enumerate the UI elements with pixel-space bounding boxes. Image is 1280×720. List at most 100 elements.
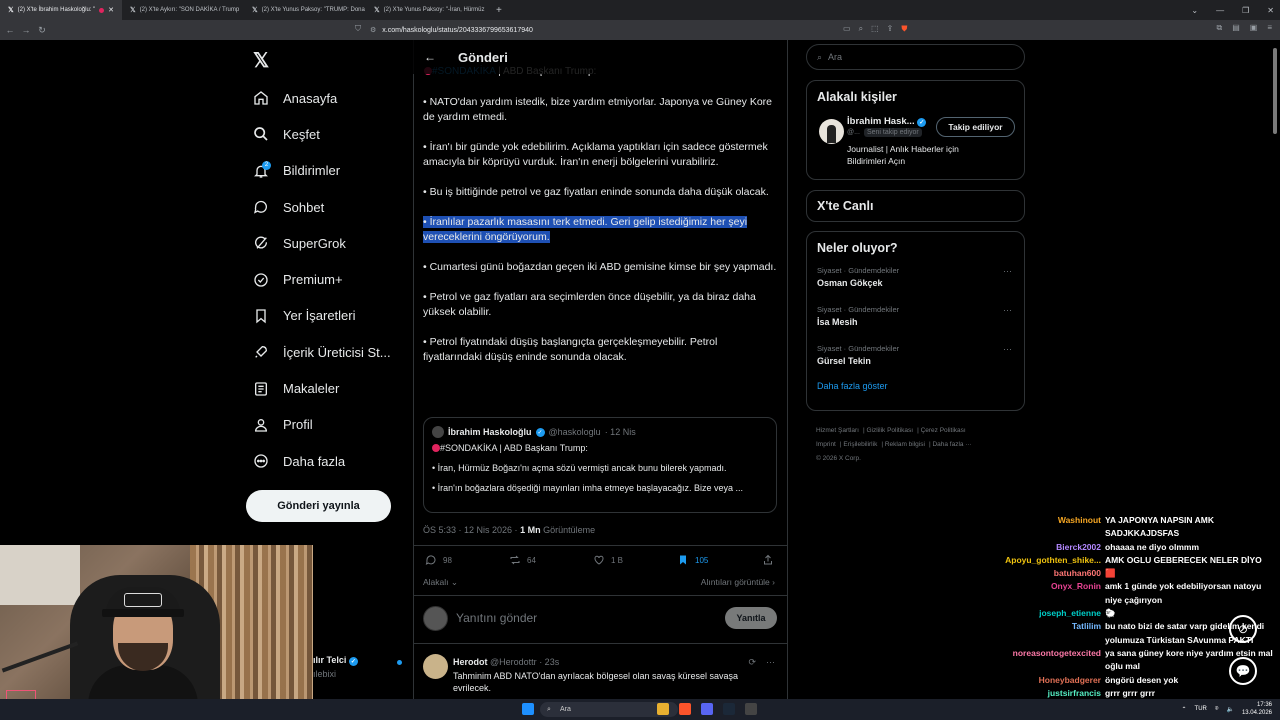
chat-username[interactable]: Bierck2002 [960,541,1105,554]
footer-link[interactable]: Daha fazla ··· [932,441,971,448]
tray-chevron-icon[interactable]: ⌃ [1182,706,1187,713]
chat-username[interactable]: Washinout [960,514,1105,541]
file-explorer-icon[interactable] [657,703,669,715]
browser-tab[interactable]: 𝕏 (2) X'te İbrahim Haskoloğlu: " ✕ [0,0,122,20]
forward-icon[interactable]: → [18,25,34,35]
steam-icon[interactable] [723,703,735,715]
related-dropdown[interactable]: Alakalı ⌄ [423,577,458,588]
language-indicator[interactable]: TUR [1195,706,1207,712]
chat-username[interactable]: Apoyu_gothten_shike... [960,554,1105,567]
footer-link[interactable]: Erişilebilirlik [843,441,877,448]
sidebar-item-more[interactable]: Daha fazla [253,443,391,479]
divider [413,643,787,644]
system-tray: ⌃ TUR ⌾ 🔈 17:36 13.04.2026 [1182,701,1273,717]
trend-item[interactable]: Siyaset · Gündemdekiler Gürsel Tekin ··· [807,342,1024,381]
view-quotes-link[interactable]: Alıntıları görüntüle › [701,577,775,588]
back-arrow-icon[interactable]: ← [424,50,436,64]
chat-username[interactable]: noreasontogetexcited [960,647,1105,674]
account-switcher[interactable]: ılır Telci ✓ ılebixi [313,655,358,679]
show-more-link[interactable]: Daha fazla göster [807,381,1024,391]
zoom-icon[interactable]: ⌕ [859,24,863,34]
clock[interactable]: 17:36 13.04.2026 [1242,701,1272,717]
chat-bubble-icon: 💬 [1229,657,1257,685]
scrollbar[interactable] [1273,48,1277,134]
minimize-icon[interactable]: — [1216,6,1224,15]
footer-link[interactable]: Hizmet Şartları [816,427,859,434]
close-window-icon[interactable]: ✕ [1267,6,1274,15]
reply-submit-button[interactable]: Yanıtla [725,607,777,629]
window-controls: ⌄ — ❐ ✕ [1191,0,1274,20]
chat-username[interactable]: Onyx_Ronin [960,580,1105,607]
more-icon[interactable]: ··· [1003,266,1012,276]
related-person[interactable]: İbrahim Hask... ✓ @... Seni takip ediyor … [807,113,1024,173]
verified-icon: ✓ [535,427,545,437]
x-logo-icon[interactable]: 𝕏 [253,48,269,73]
sidebar-item-bookmarks[interactable]: Yer İşaretleri [253,298,391,334]
chat-username[interactable]: joseph_etienne [960,607,1105,620]
brave-browser-icon[interactable] [679,703,691,715]
live-card[interactable]: X'te Canlı [806,190,1025,222]
site-info-icon[interactable]: ⚙ [370,26,376,34]
bookmark-button[interactable]: 105 [677,554,708,566]
chat-text: AMK OGLU GEBERECEK NELER DİYO [1105,554,1262,565]
screenshot-icon[interactable]: ⬚ [871,24,879,34]
brave-shield-icon[interactable]: ⛊ [901,24,907,34]
more-icon[interactable]: ··· [1003,305,1012,315]
menu-icon[interactable]: ≡ [1267,23,1272,33]
chevron-down-icon[interactable]: ⌄ [1191,6,1198,15]
browser-tab[interactable]: 𝕏(2) X'te Yunus Paksoy: "-İran, Hürmüz✕ [366,0,488,20]
obs-icon[interactable] [745,703,757,715]
trend-item[interactable]: Siyaset · Gündemdekiler İsa Mesih ··· [807,303,1024,342]
repost-button[interactable]: 64 [509,554,536,566]
cast-icon[interactable]: ▭ [843,24,851,34]
sidebar-item-home[interactable]: Anasayfa [253,80,391,116]
like-button[interactable]: 1 B [593,554,623,566]
chat-username[interactable]: Honeybadgerer [960,674,1105,687]
new-tab-icon[interactable]: + [496,5,502,16]
sidebar-icon[interactable]: ▤ [1232,23,1240,33]
extensions-icon[interactable]: ⧉ [1216,23,1222,33]
share-icon[interactable]: ⇪ [887,24,894,34]
footer-link[interactable]: Reklam bilgisi [885,441,925,448]
close-icon[interactable]: ✕ [108,6,114,14]
footer-link[interactable]: Imprint [816,441,836,448]
following-button[interactable]: Takip ediliyor [936,117,1015,137]
more-icon[interactable]: ··· [1003,344,1012,354]
sidebar-item-chat[interactable]: Sohbet [253,189,391,225]
sidebar-item-articles[interactable]: Makaleler [253,370,391,406]
trend-item[interactable]: Siyaset · Gündemdekiler Osman Gökçek ··· [807,264,1024,303]
search-input[interactable]: ⌕ Ara [806,44,1025,70]
back-icon[interactable]: ← [2,25,18,35]
sidebar-item-notifications[interactable]: 2 Bildirimler [253,153,391,189]
grok-icon[interactable]: ⟳ [748,657,756,668]
chat-message: Onyx_Ronin amk 1 günde yok edebiliyorsan … [960,580,1280,607]
more-icon[interactable]: ··· [766,657,775,668]
reply-button[interactable]: 98 [425,554,452,566]
sidebar-item-premium[interactable]: Premium+ [253,261,391,297]
url-field[interactable]: ⚙ x.com/haskologlu/status/20433367996536… [370,23,910,37]
rocket-icon [253,344,269,360]
post-button[interactable]: Gönderi yayınla [246,490,391,522]
chat-username[interactable]: batuhan600 [960,567,1105,580]
reply-input[interactable]: Yanıtını gönder [456,611,537,625]
quoted-post[interactable]: İbrahim Haskoloğlu ✓ @haskologlu · 12 Ni… [423,417,777,513]
browser-tab[interactable]: 𝕏(2) X'te Aykırı: "SON DAKİKA / Trump✕ [122,0,244,20]
wallet-icon[interactable]: ▣ [1250,23,1258,33]
bookmark-page-icon[interactable]: ⛉ [355,24,361,34]
maximize-icon[interactable]: ❐ [1242,6,1249,15]
chat-username[interactable]: Tatlilim [960,620,1105,647]
sidebar-item-supergrok[interactable]: SuperGrok [253,225,391,261]
share-button[interactable] [762,554,774,566]
sidebar-item-creator-studio[interactable]: İçerik Üreticisi St... [253,334,391,370]
volume-icon[interactable]: 🔈 [1226,706,1233,713]
browser-tab[interactable]: 𝕏(2) X'te Yunus Paksoy: "TRUMP: Dona✕ [244,0,366,20]
reload-icon[interactable]: ↻ [34,25,50,36]
windows-start-icon[interactable] [522,703,534,715]
discord-icon[interactable] [701,703,713,715]
sidebar-item-explore[interactable]: Keşfet [253,116,391,152]
footer-link[interactable]: Çerez Politikası [921,427,966,434]
post-body: • NATO'dan yardım istedik, bize yardım e… [423,95,778,380]
footer-link[interactable]: Gizlilik Politikası [866,427,913,434]
sidebar-item-profile[interactable]: Profil [253,407,391,443]
network-icon[interactable]: ⌾ [1215,706,1219,713]
